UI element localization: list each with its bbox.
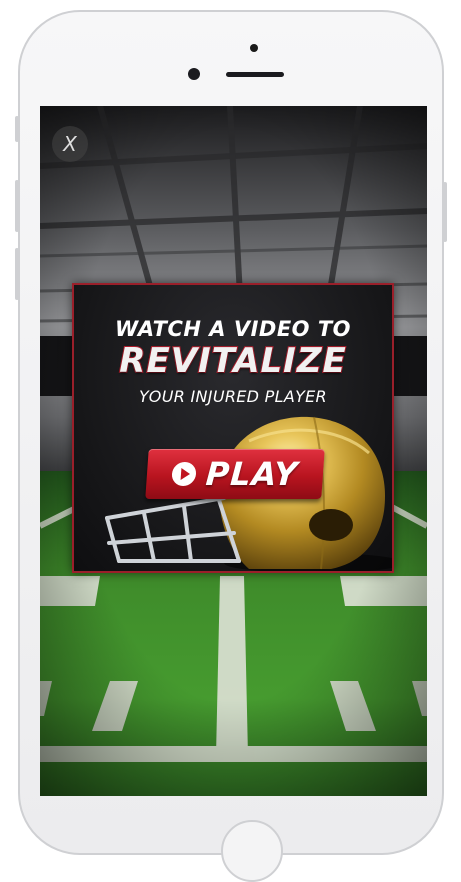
ad-headline-main: REVITALIZE — [118, 340, 347, 382]
close-button[interactable]: X — [52, 126, 88, 162]
play-button-label: PLAY — [204, 455, 300, 493]
earpiece-speaker — [226, 72, 284, 77]
rewarded-video-ad: WATCH A VIDEO TO REVITALIZE YOUR INJURED… — [72, 283, 394, 573]
ad-headline-top: WATCH A VIDEO TO — [114, 317, 352, 341]
ad-headline-bottom: YOUR INJURED PLAYER — [139, 387, 327, 406]
mute-switch — [15, 116, 19, 142]
volume-down-button — [15, 248, 19, 300]
front-camera — [188, 68, 200, 80]
close-icon: X — [63, 132, 77, 156]
home-button[interactable] — [221, 820, 283, 882]
volume-up-button — [15, 180, 19, 232]
proximity-sensor — [250, 44, 258, 52]
play-icon — [171, 462, 197, 486]
game-screen: X WATCH A VIDEO TO REVITALIZE YOUR INJUR… — [40, 106, 427, 796]
power-button — [443, 182, 447, 242]
play-video-button[interactable]: PLAY — [145, 449, 325, 499]
